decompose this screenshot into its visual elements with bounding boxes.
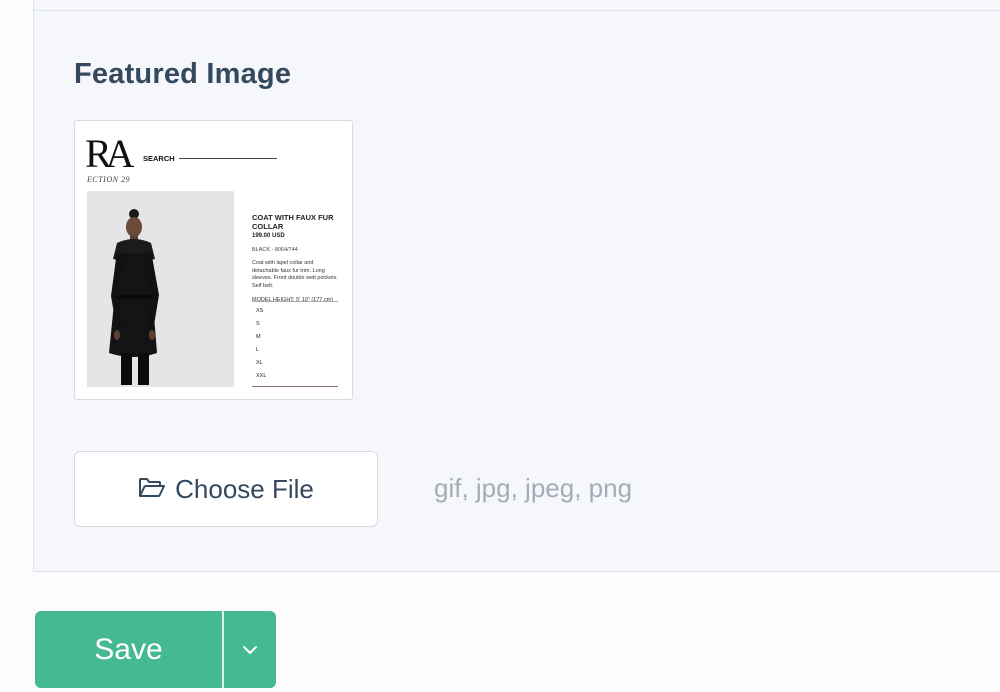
size-list: XS S M L XL XXL [252,301,338,387]
size-option: XS [256,308,264,314]
product-description: Coat with lapel collar and detachable fa… [252,260,338,289]
save-button[interactable]: Save [35,611,222,688]
panel-divider [34,10,1000,11]
preview-search-line [179,158,277,159]
product-info: COAT WITH FAUX FUR COLLAR 199.00 USD BLA… [252,213,340,303]
model-figure-icon [87,191,234,387]
product-price: 199.00 USD [252,233,285,239]
save-options-dropdown-button[interactable] [224,611,276,688]
size-option: S [256,321,260,327]
choose-file-label: Choose File [175,473,314,504]
preview-search-label: SEARCH [143,154,175,163]
chevron-down-icon [243,645,257,654]
product-color: BLACK - 8064/744 [252,247,298,253]
section-title: Featured Image [74,58,292,90]
product-photo [87,191,234,387]
choose-file-button[interactable]: Choose File [74,451,378,527]
size-option: L [256,347,260,353]
product-name: COAT WITH FAUX FUR COLLAR [252,213,334,231]
allowed-file-types: gif, jpg, jpeg, png [434,473,633,503]
size-option: XL [256,360,263,366]
folder-open-icon [138,477,166,499]
brand-logo: RA ECTION 29 [85,131,135,185]
size-option: M [256,334,261,340]
brand-logo-mark: RA [85,131,135,176]
featured-image-preview: RA ECTION 29 SEARCH COAT WITH FAUX FUR C… [74,120,353,400]
save-button-group: Save [35,611,276,688]
brand-logo-subtitle: ECTION 29 [87,175,130,184]
size-option: XXL [256,373,267,379]
